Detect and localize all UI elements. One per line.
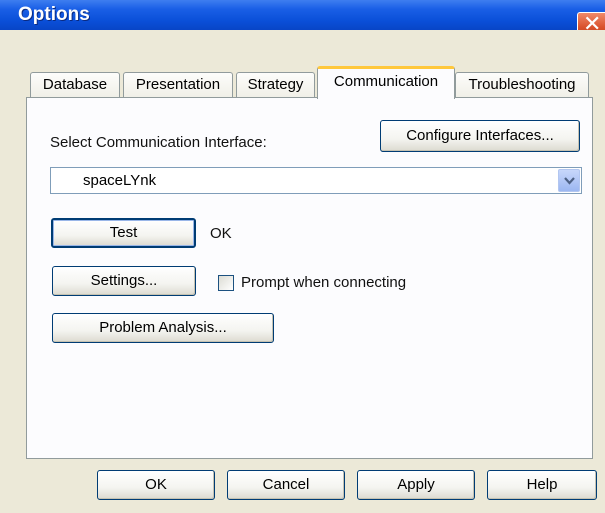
tab-presentation[interactable]: Presentation [123,72,233,98]
problem-analysis-button[interactable]: Problem Analysis... [52,313,274,343]
ok-button[interactable]: OK [97,470,215,500]
interface-value: spaceLYnk [83,172,157,189]
window-title: Options [18,4,90,25]
dropdown-button[interactable] [558,169,580,192]
test-status: OK [210,225,232,242]
tab-communication[interactable]: Communication [317,66,455,99]
test-button[interactable]: Test [51,218,196,248]
tab-database[interactable]: Database [30,72,120,98]
chevron-down-icon [564,177,575,185]
title-bar[interactable]: Options ✕ [0,0,605,38]
prompt-checkbox[interactable] [218,275,234,291]
apply-button[interactable]: Apply [357,470,475,500]
help-button[interactable]: Help [487,470,597,500]
cancel-button[interactable]: Cancel [227,470,345,500]
settings-button[interactable]: Settings... [52,266,196,296]
prompt-checkbox-label[interactable]: Prompt when connecting [241,274,406,291]
tab-strategy[interactable]: Strategy [236,72,315,98]
select-interface-label: Select Communication Interface: [50,134,267,151]
interface-select[interactable]: spaceLYnk [50,167,582,194]
tab-troubleshooting[interactable]: Troubleshooting [455,72,589,98]
configure-interfaces-button[interactable]: Configure Interfaces... [380,120,580,152]
